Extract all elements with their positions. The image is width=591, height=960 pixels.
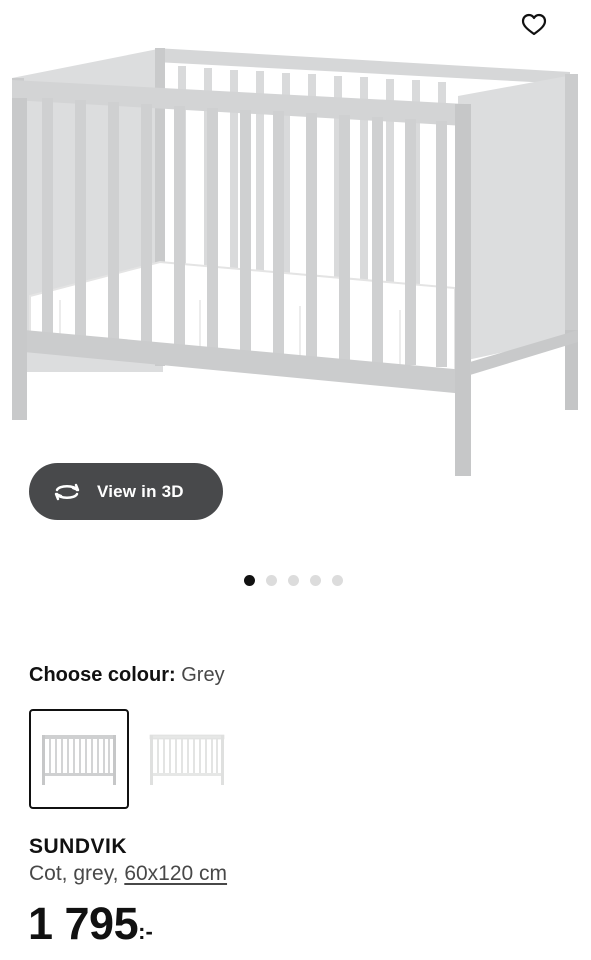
- price-amount: 1 795: [28, 898, 139, 949]
- colour-chooser-heading: Choose colour: Grey: [29, 664, 225, 687]
- product-description: Cot, grey, 60x120 cm: [29, 862, 227, 886]
- product-size-link[interactable]: 60x120 cm: [124, 862, 227, 885]
- heart-outline-icon: [521, 13, 547, 36]
- colour-swatch-grey[interactable]: [29, 709, 129, 809]
- product-image[interactable]: [0, 40, 591, 480]
- product-type-text: Cot, grey,: [29, 862, 125, 885]
- carousel-dot-4[interactable]: [310, 575, 321, 586]
- view-in-3d-button[interactable]: View in 3D: [29, 463, 223, 520]
- carousel-dot-1[interactable]: [244, 575, 255, 586]
- colour-label: Choose colour:: [29, 664, 176, 686]
- carousel-dot-2[interactable]: [266, 575, 277, 586]
- carousel-dot-3[interactable]: [288, 575, 299, 586]
- crib-thumbnail-grey: [42, 735, 116, 785]
- product-name: SUNDVIK: [29, 835, 128, 858]
- crib-illustration: [12, 48, 578, 476]
- price-suffix: :-: [138, 919, 153, 944]
- rotate-3d-icon: [51, 481, 87, 503]
- view-in-3d-label: View in 3D: [97, 481, 184, 501]
- selected-colour: Grey: [181, 664, 225, 686]
- favourite-button[interactable]: [518, 10, 550, 40]
- crib-thumbnail-white: [149, 734, 225, 785]
- carousel-dot-5[interactable]: [332, 575, 343, 586]
- product-price: 1 795:-: [28, 898, 153, 950]
- colour-swatch-white[interactable]: [137, 709, 237, 809]
- image-carousel-dots: [244, 575, 343, 586]
